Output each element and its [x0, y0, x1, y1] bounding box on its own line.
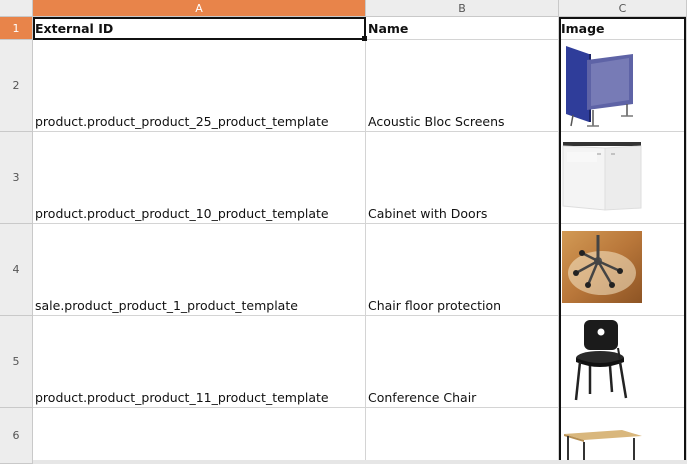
cell-b5[interactable]: Conference Chair: [366, 316, 559, 408]
cell-a4[interactable]: sale.product_product_1_product_template: [33, 224, 366, 316]
row-header-6[interactable]: 6: [0, 408, 33, 464]
row-header-1[interactable]: 1: [0, 17, 33, 40]
spreadsheet-grid: A B C 1 2 3 4 5 6 External ID Name Image…: [0, 0, 687, 464]
conference-chair-image[interactable]: [570, 318, 634, 408]
column-header-a[interactable]: A: [33, 0, 366, 17]
acoustic-screen-image[interactable]: [563, 42, 643, 132]
fill-handle[interactable]: [362, 36, 367, 41]
cell-b3[interactable]: Cabinet with Doors: [366, 132, 559, 224]
cell-a2[interactable]: product.product_product_25_product_templ…: [33, 40, 366, 132]
row-header-5[interactable]: 5: [0, 316, 33, 408]
column-header-c[interactable]: C: [559, 0, 687, 17]
cell-a3[interactable]: product.product_product_10_product_templ…: [33, 132, 366, 224]
cell-b4[interactable]: Chair floor protection: [366, 224, 559, 316]
chair-floor-protection-image[interactable]: [562, 231, 642, 307]
column-header-b[interactable]: B: [366, 0, 559, 17]
row-header-4[interactable]: 4: [0, 224, 33, 316]
cell-b6[interactable]: [366, 408, 559, 464]
row-header-3[interactable]: 3: [0, 132, 33, 224]
cell-c1[interactable]: Image: [559, 17, 687, 40]
cell-a6[interactable]: [33, 408, 366, 464]
row-header-2[interactable]: 2: [0, 40, 33, 132]
desk-image[interactable]: [562, 420, 644, 464]
cell-b2[interactable]: Acoustic Bloc Screens: [366, 40, 559, 132]
cabinet-image[interactable]: [561, 138, 643, 218]
cell-a5[interactable]: product.product_product_11_product_templ…: [33, 316, 366, 408]
cell-a1[interactable]: External ID: [33, 17, 366, 40]
horizontal-scrollbar[interactable]: [33, 460, 687, 464]
select-all-corner[interactable]: [0, 0, 33, 17]
cell-b1[interactable]: Name: [366, 17, 559, 40]
